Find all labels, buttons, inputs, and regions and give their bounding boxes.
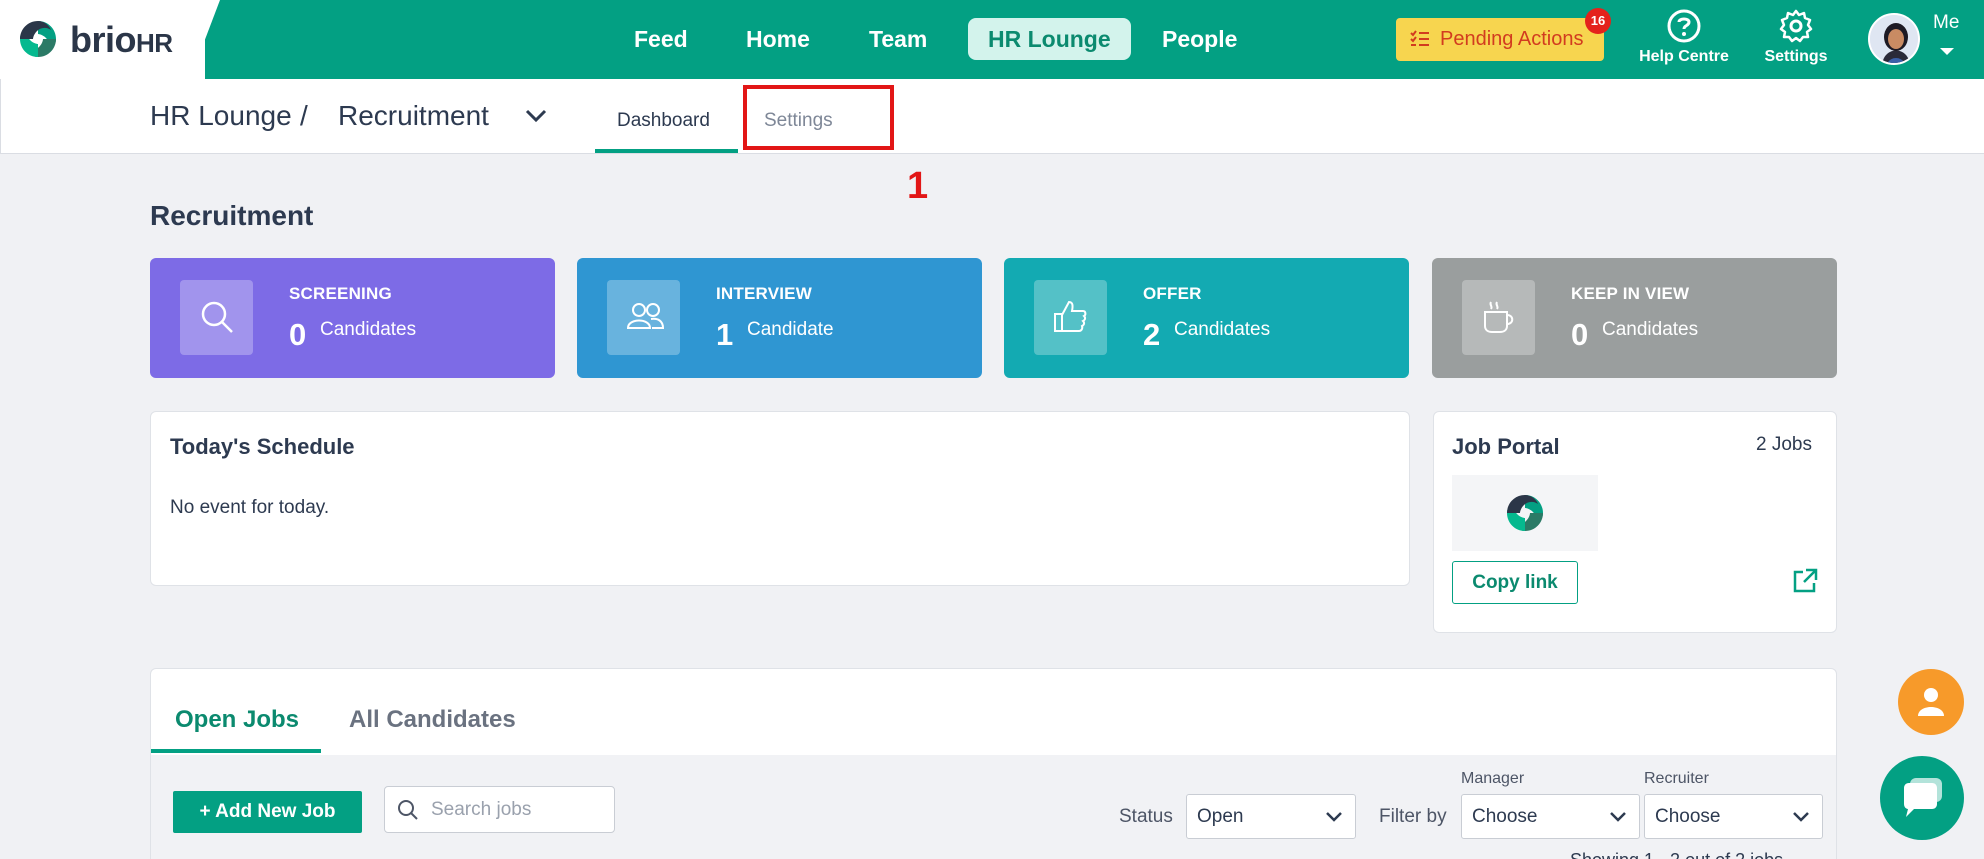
job-portal-title: Job Portal [1452, 434, 1560, 459]
settings-label: Settings [1764, 48, 1828, 65]
status-label: Status [1119, 806, 1173, 827]
stat-title: KEEP IN VIEW [1571, 284, 1690, 303]
stat-icon-box [1462, 280, 1535, 355]
jobs-showing-text: Showing 1 - 2 out of 2 jobs [1570, 850, 1783, 859]
pending-actions-button[interactable]: Pending Actions [1396, 18, 1604, 61]
manager-select-value: Choose [1472, 806, 1538, 827]
tab-dashboard-underline [595, 149, 738, 153]
search-icon [398, 800, 418, 820]
add-new-job-button[interactable]: + Add New Job [173, 791, 362, 833]
pending-count-badge: 16 [1585, 8, 1611, 34]
chevron-down-icon[interactable] [524, 108, 548, 124]
stat-count: 1 [716, 317, 734, 352]
breadcrumb-current[interactable]: Recruitment [338, 100, 489, 132]
recruiter-select[interactable]: Choose [1644, 794, 1823, 839]
search-jobs-input[interactable] [431, 795, 606, 825]
brio-logo-icon [1507, 495, 1543, 531]
avatar[interactable] [1868, 13, 1920, 65]
nav-team[interactable]: Team [849, 18, 947, 60]
pending-actions-label: Pending Actions [1440, 28, 1584, 50]
sub-header [0, 79, 1984, 154]
help-icon [1667, 9, 1701, 43]
logo-area[interactable]: brioHR [0, 0, 205, 79]
help-centre-label: Help Centre [1639, 48, 1729, 65]
stat-unit: Candidates [1174, 319, 1271, 340]
me-label[interactable]: Me [1933, 12, 1959, 34]
schedule-empty-text: No event for today. [170, 497, 330, 518]
nav-people[interactable]: People [1142, 18, 1257, 60]
tab-all-candidates[interactable]: All Candidates [349, 706, 516, 734]
search-icon [201, 301, 233, 333]
tab-open-jobs[interactable]: Open Jobs [175, 706, 299, 734]
job-portal-count: 2 Jobs [1756, 434, 1812, 455]
user-support-button[interactable] [1898, 669, 1964, 735]
stat-count: 2 [1143, 317, 1161, 352]
chat-icon [1904, 778, 1942, 817]
stat-unit: Candidate [747, 319, 834, 340]
nav-home[interactable]: Home [726, 18, 830, 60]
external-link-icon[interactable] [1791, 567, 1819, 595]
stat-title: INTERVIEW [716, 284, 812, 303]
annotation-number: 1 [907, 165, 929, 207]
stat-card-keep-in-view[interactable]: KEEP IN VIEW 0 Candidates [1432, 258, 1837, 378]
gear-icon [1779, 9, 1813, 43]
chevron-down-icon [1326, 812, 1342, 822]
job-portal-logo [1452, 475, 1598, 551]
brio-logo-icon [20, 21, 56, 57]
person-icon [1918, 688, 1944, 716]
stat-count: 0 [289, 317, 307, 352]
chat-button[interactable] [1880, 756, 1964, 840]
status-select[interactable]: Open [1186, 794, 1356, 839]
recruiter-select-value: Choose [1655, 806, 1721, 827]
nav-feed[interactable]: Feed [614, 18, 708, 60]
users-icon [626, 303, 665, 329]
search-jobs-field[interactable] [384, 786, 615, 833]
help-centre-button[interactable]: Help Centre [1634, 8, 1734, 66]
stat-icon-box [607, 280, 680, 355]
stat-icon-box [180, 280, 253, 355]
recruiter-label: Recruiter [1644, 770, 1709, 787]
filter-by-label: Filter by [1379, 806, 1447, 827]
nav-hr-lounge[interactable]: HR Lounge [968, 18, 1131, 60]
thumbs-up-icon [1054, 300, 1087, 332]
schedule-title: Today's Schedule [170, 434, 355, 459]
brand-wordmark: brioHR [70, 19, 173, 60]
stat-title: SCREENING [289, 284, 392, 303]
page-title: Recruitment [150, 200, 314, 231]
annotation-highlight-box [743, 85, 894, 150]
copy-link-button[interactable]: Copy link [1452, 561, 1578, 604]
chevron-down-icon [1610, 812, 1626, 822]
manager-label: Manager [1461, 770, 1525, 787]
settings-button[interactable]: Settings [1756, 8, 1836, 66]
stat-count: 0 [1571, 317, 1589, 352]
breadcrumb-separator: / [300, 100, 308, 131]
breadcrumb-root[interactable]: HR Lounge [150, 100, 292, 132]
checklist-icon [1410, 30, 1429, 46]
stat-unit: Candidates [1602, 319, 1699, 340]
logo-divider [190, 0, 220, 79]
status-select-value: Open [1197, 806, 1244, 827]
stat-icon-box [1034, 280, 1107, 355]
coffee-cup-icon [1484, 301, 1514, 333]
stat-title: OFFER [1143, 284, 1202, 303]
stat-card-screening[interactable]: SCREENING 0 Candidates [150, 258, 555, 378]
stat-unit: Candidates [320, 319, 417, 340]
tab-open-jobs-underline [151, 749, 321, 753]
manager-select[interactable]: Choose [1461, 794, 1640, 839]
caret-down-icon[interactable] [1940, 48, 1954, 55]
stat-card-offer[interactable]: OFFER 2 Candidates [1004, 258, 1409, 378]
chevron-down-icon [1793, 812, 1809, 822]
stat-card-interview[interactable]: INTERVIEW 1 Candidate [577, 258, 982, 378]
tab-dashboard[interactable]: Dashboard [617, 110, 710, 132]
